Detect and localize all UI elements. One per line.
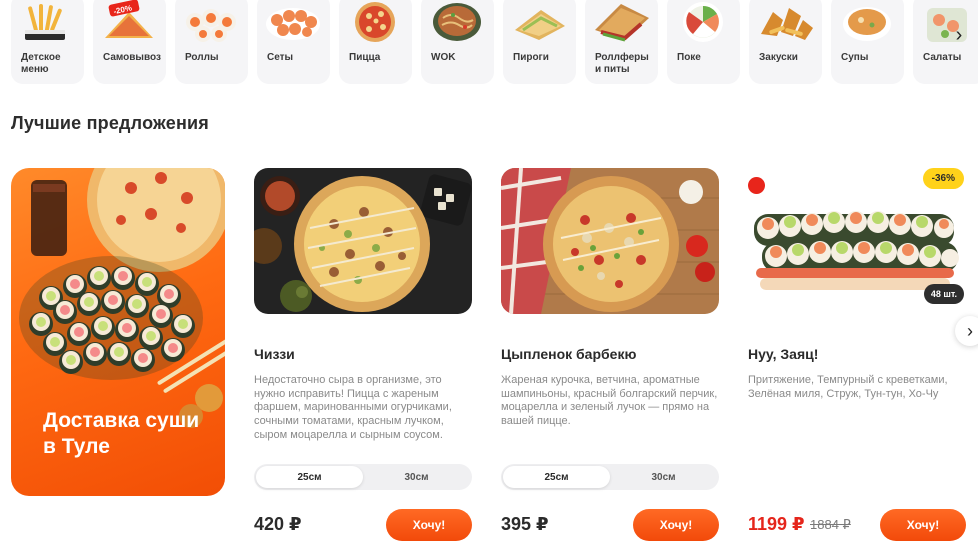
add-to-cart-button[interactable]: Хочу! <box>880 509 966 541</box>
pizza-image <box>254 168 472 314</box>
section-title: Лучшие предложения <box>11 113 210 133</box>
product-card-chizzi: Чиззи Недостаточно сыра в организме, это… <box>254 168 472 542</box>
product-description: Недостаточно сыра в организме, это нужно… <box>254 374 452 441</box>
snacks-icon <box>761 8 813 40</box>
add-to-cart-button[interactable]: Хочу! <box>386 509 472 541</box>
add-to-cart-button[interactable]: Хочу! <box>633 509 719 541</box>
category-wok[interactable]: WOK <box>421 0 494 84</box>
sets-icon <box>266 8 320 40</box>
pieces-badge: 48 шт. <box>923 284 964 304</box>
product-price: 420 ₽ <box>254 514 302 534</box>
category-label: Самовывоз <box>103 52 161 63</box>
category-label: Пицца <box>349 52 381 63</box>
size-option-30[interactable]: 30см <box>363 466 470 488</box>
size-option-25[interactable]: 25см <box>503 466 610 488</box>
category-label: Поке <box>677 52 701 63</box>
product-description: Жареная курочка, ветчина, ароматные шамп… <box>501 374 718 428</box>
category-label: Детское меню <box>21 52 61 75</box>
pickup-discount-icon: -20% <box>105 0 153 38</box>
category-sets[interactable]: Сеты <box>257 0 330 84</box>
size-option-25[interactable]: 25см <box>256 466 363 488</box>
product-image[interactable]: 48 шт. <box>748 168 966 314</box>
category-label: WOK <box>431 52 456 63</box>
category-label: Роллферы и питы <box>595 52 649 75</box>
size-switch: 25см 30см <box>501 464 719 490</box>
category-pies[interactable]: Пироги <box>503 0 576 84</box>
carousel-next-icon[interactable]: › <box>955 316 978 346</box>
product-image[interactable] <box>501 168 719 314</box>
category-soup[interactable]: Супы <box>831 0 904 84</box>
product-name[interactable]: Чиззи <box>254 346 295 362</box>
category-label: Закуски <box>759 52 798 63</box>
category-pizza[interactable]: Пицца <box>339 0 412 84</box>
product-price: 395 ₽ <box>501 514 549 534</box>
promo-banner[interactable]: Доставка суши в Туле <box>11 168 225 496</box>
product-card-nuu-zayats: 48 шт. -36% Нуу, Заяц! Притяжение, Темпу… <box>748 168 966 542</box>
category-poke[interactable]: Поке <box>667 0 740 84</box>
old-price: 1884 ₽ <box>810 517 851 532</box>
product-description: Притяжение, Темпурный с креветками, Зелё… <box>748 374 948 400</box>
promo-title: Доставка суши в Туле <box>43 409 200 458</box>
category-label: Супы <box>841 52 869 63</box>
discount-badge: -36% <box>922 168 964 189</box>
category-label: Сеты <box>267 52 294 63</box>
product-name[interactable]: Цыпленок барбекю <box>501 346 636 362</box>
poke-icon <box>683 2 723 42</box>
category-rolls[interactable]: Роллы <box>175 0 248 84</box>
category-label: Роллы <box>185 52 219 63</box>
category-snacks[interactable]: Закуски <box>749 0 822 84</box>
chevron-right-icon[interactable]: › <box>948 24 970 46</box>
category-strip: Детское меню -20% Самовывоз Роллы Сеты П… <box>11 0 978 86</box>
pizza-icon <box>355 2 395 42</box>
size-option-30[interactable]: 30см <box>610 466 717 488</box>
kids-menu-icon <box>25 4 65 40</box>
chili-hot-icon <box>748 177 765 194</box>
product-card-bbq-chicken: Цыпленок барбекю Жареная курочка, ветчин… <box>501 168 719 542</box>
soup-icon <box>843 7 891 41</box>
rolls-icon <box>186 9 236 42</box>
category-pickup[interactable]: -20% Самовывоз <box>93 0 166 84</box>
category-pita[interactable]: Роллферы и питы <box>585 0 658 84</box>
pies-icon <box>515 10 565 40</box>
category-label: Пироги <box>513 52 549 63</box>
product-price: 1199 ₽ <box>748 514 805 534</box>
product-image[interactable] <box>254 168 472 314</box>
wok-icon <box>433 3 481 41</box>
size-switch: 25см 30см <box>254 464 472 490</box>
product-name[interactable]: Нуу, Заяц! <box>748 346 818 362</box>
category-kids-menu[interactable]: Детское меню <box>11 0 84 84</box>
pita-icon <box>595 4 649 42</box>
pizza-image <box>501 168 719 314</box>
category-label: Салаты <box>923 52 962 63</box>
